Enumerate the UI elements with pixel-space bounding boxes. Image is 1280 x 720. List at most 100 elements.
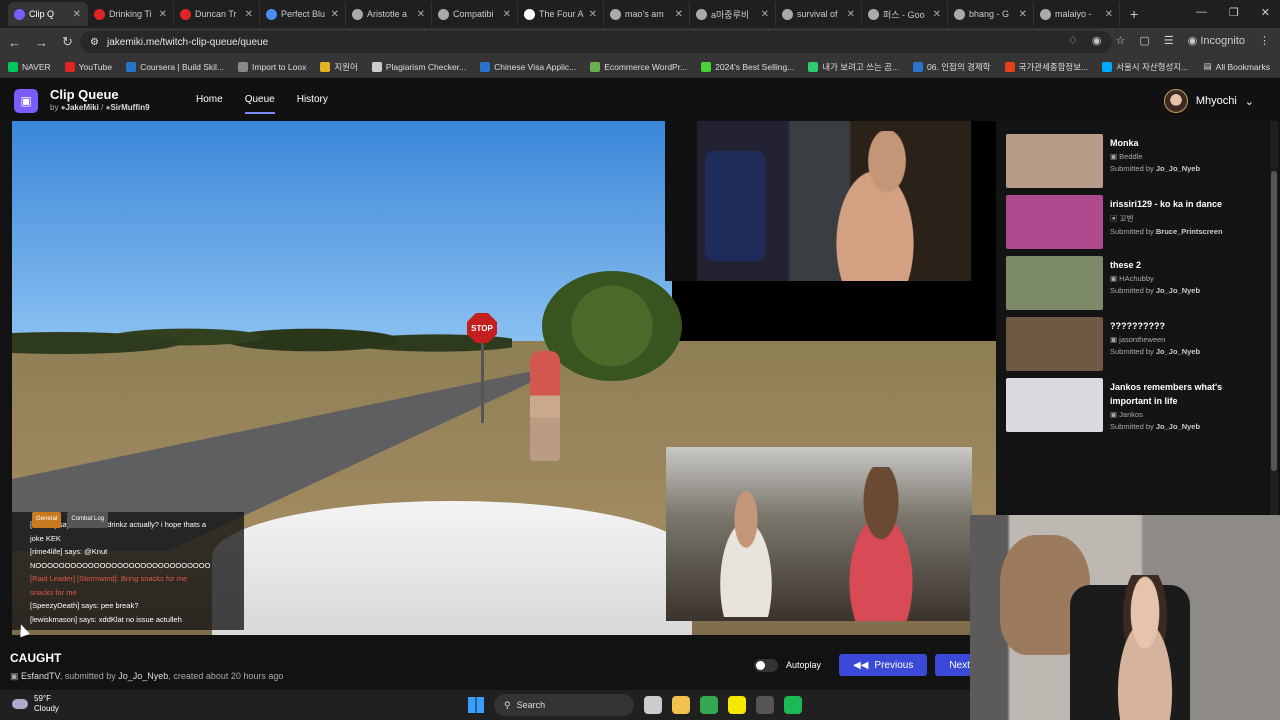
clip-channel[interactable]: EsfandTV [21,671,60,681]
weather-widget[interactable]: 59°F Cloudy [12,694,59,714]
app-authors: by ●JakeMiki / ●SirMuffin9 [50,103,150,112]
clip-queue-logo-icon[interactable]: ▣ [14,89,38,113]
bookmark-item[interactable]: 내가 보려고 쓰는 곰... [808,61,899,73]
browser-tab[interactable]: Aristotle a ✕ [346,2,432,26]
task-view-icon[interactable] [644,696,662,714]
tab-close-icon[interactable]: ✕ [933,9,941,20]
reading-list-icon[interactable]: ☰ [1164,34,1174,47]
browser-tab[interactable]: Duncan Tr ✕ [174,2,260,26]
queue-item[interactable]: irissiri129 - ko ka in dance ▣ 꼬밴 Submitte… [1006,195,1266,251]
bookmark-item[interactable]: YouTube [64,61,112,72]
browser-tab[interactable]: mao's am ✕ [604,2,690,26]
by-prefix: by [50,103,59,112]
autoplay-toggle[interactable] [754,658,778,672]
bookmark-item[interactable]: 06. 인접의 경제학 [913,61,991,73]
reload-icon[interactable]: ↻ [62,34,73,50]
site-info-icon[interactable]: ⚙ [90,37,99,48]
tab-close-icon[interactable]: ✕ [245,9,253,20]
bookmark-item[interactable]: Ecommerce WordPr... [590,61,687,72]
tab-close-icon[interactable]: ✕ [331,9,339,20]
forward-icon[interactable]: → [35,35,48,50]
steam-icon[interactable] [756,696,774,714]
tab-title: Compatibi [453,9,494,19]
back-icon[interactable]: ← [8,35,21,50]
browser-tab[interactable]: a마중루비 ✕ [690,2,776,26]
tab-close-icon[interactable]: ✕ [417,9,425,20]
queue-item[interactable]: Monka ▣ Beddle Submitted by Jo_Jo_Nyeb [1006,134,1266,190]
spotify-icon[interactable] [784,696,802,714]
author-link-1[interactable]: JakeMiki [66,103,99,112]
new-tab-icon[interactable]: + [1130,6,1138,22]
tab-close-icon[interactable]: ✕ [675,9,683,20]
queue-item[interactable]: these 2 ▣ HAchubby Submitted by Jo_Jo_Nyeb [1006,256,1266,312]
app-header: ▣ Clip Queue by ●JakeMiki / ●SirMuffin9 … [0,82,1280,120]
bookmark-item[interactable]: Plagiarism Checker... [371,61,467,72]
all-bookmarks-button[interactable]: ▤ All Bookmarks [1204,61,1270,72]
nav-queue[interactable]: Queue [244,94,275,114]
queue-item[interactable]: ?????????? ▣ jasontheween Submitted by Jo_… [1006,317,1266,373]
tab-close-icon[interactable]: ✕ [589,9,597,20]
browser-tab[interactable]: 퍼스 - Goo ✕ [862,2,948,26]
taskbar-search[interactable]: ⚲ Search [494,694,634,716]
browser-tab[interactable]: bhang - G ✕ [948,2,1034,26]
bookmark-item[interactable]: Chinese Visa Applic... [480,61,576,72]
tab-close-icon[interactable]: ✕ [761,9,769,20]
all-bookmarks-label: All Bookmarks [1215,61,1270,72]
author-link-2[interactable]: SirMuffin9 [110,103,149,112]
tab-close-icon[interactable]: ✕ [159,9,167,20]
tab-title: Clip Q [29,9,55,19]
windows-start-icon[interactable] [468,697,484,713]
previous-button[interactable]: ◀◀ Previous [839,654,928,676]
tab-close-icon[interactable]: ✕ [1019,9,1027,20]
bookmark-item[interactable]: 지원어 [320,61,358,73]
tab-title: a마중루비 [711,9,750,20]
clip-thumbnail [1006,134,1103,188]
eye-off-icon[interactable]: ◉ [1092,34,1102,47]
chrome-icon[interactable] [700,696,718,714]
incognito-badge[interactable]: ◉ Incognito [1188,34,1245,47]
nav-history[interactable]: History [297,94,328,114]
browser-tab[interactable]: The Four A ✕ [518,2,604,26]
menu-icon[interactable]: ⋮ [1259,34,1270,47]
bookmark-label: Coursera | Build Skil... [140,61,224,72]
bookmark-item[interactable]: 국가관세종합정보... [1004,61,1088,73]
chat-message: snacks for me [30,587,77,597]
translate-icon[interactable]: ♢ [1068,34,1078,47]
tab-close-icon[interactable]: ✕ [503,9,511,20]
browser-tab[interactable]: survival of ✕ [776,2,862,26]
bookmark-item[interactable]: NAVER [8,61,51,72]
close-window-icon[interactable]: ✕ [1261,6,1270,19]
folder-icon: ▤ [1203,61,1212,71]
browser-tab[interactable]: Perfect Blu ✕ [260,2,346,26]
bookmark-item[interactable]: 2024's Best Selling... [701,61,794,72]
tab-title: The Four A [539,9,584,19]
bookmark-favicon-icon [701,61,712,72]
tab-close-icon[interactable]: ✕ [73,9,81,20]
kakaotalk-icon[interactable] [728,696,746,714]
url-field[interactable]: ⚙ jakemiki.me/twitch-clip-queue/queue [80,31,1112,53]
bookmark-label: Plagiarism Checker... [385,61,467,72]
browser-tab[interactable]: Clip Q ✕ [8,2,88,26]
tab-favicon-icon [14,8,25,20]
queue-item[interactable]: Jankos remembers what's important in lif… [1006,378,1266,434]
nav-home[interactable]: Home [196,94,223,114]
tab-close-icon[interactable]: ✕ [1105,9,1113,20]
minimize-icon[interactable]: — [1196,6,1207,19]
bookmark-item[interactable]: 서울시 자산형성지... [1102,61,1188,73]
user-menu[interactable]: Mhyochi ⌄ [1163,89,1254,113]
bookmark-item[interactable]: Import to Loox [238,61,306,72]
incognito-label: Incognito [1200,35,1245,47]
tab-close-icon[interactable]: ✕ [847,9,855,20]
tab-search-icon[interactable]: ▢ [1139,34,1149,47]
restore-icon[interactable]: ❐ [1229,6,1239,19]
star-icon[interactable]: ☆ [1116,34,1126,47]
windows-taskbar: 59°F Cloudy ⚲ Search [0,690,970,720]
browser-tab[interactable]: Compatibi ✕ [432,2,518,26]
bookmark-item[interactable]: Coursera | Build Skil... [126,61,224,72]
browser-tab[interactable]: Drinking Ti ✕ [88,2,174,26]
clip-info: CAUGHT ▣ EsfandTV, submitted by Jo_Jo_Ny… [10,651,283,682]
tab-title: mao's am [625,9,664,19]
file-explorer-icon[interactable] [672,696,690,714]
browser-tab[interactable]: malaiyo - ✕ [1034,2,1120,26]
clip-created: , created about 20 hours ago [168,671,284,681]
